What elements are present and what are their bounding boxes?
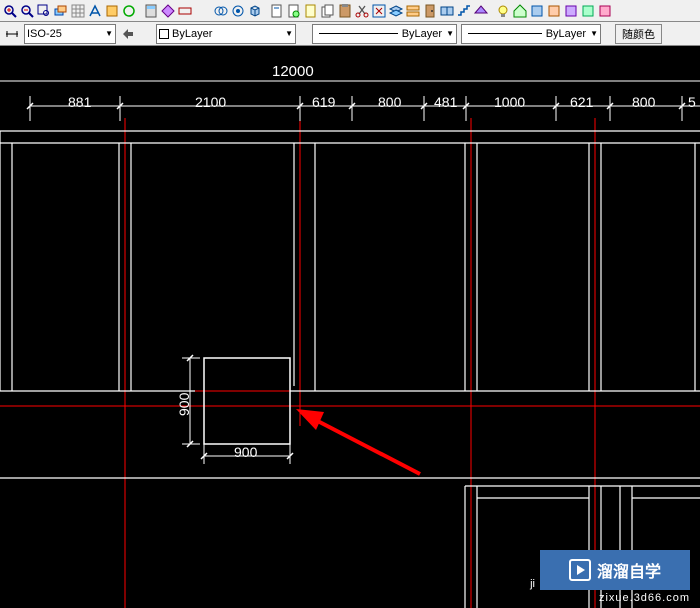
box-b-icon[interactable] bbox=[546, 3, 562, 19]
tool-e-icon[interactable] bbox=[177, 3, 193, 19]
dim-seg-3: 800 bbox=[378, 94, 401, 110]
dim-seg-6: 621 bbox=[570, 94, 593, 110]
dim-seg-8: 5 bbox=[688, 94, 696, 110]
dim-seg-1: 2100 bbox=[195, 94, 226, 110]
home-icon[interactable] bbox=[512, 3, 528, 19]
layers2-icon[interactable] bbox=[388, 3, 404, 19]
layer-color-select[interactable]: ByLayer ▼ bbox=[156, 24, 296, 44]
bycolor-label: 随颜色 bbox=[622, 26, 655, 42]
dim-seg-2: 619 bbox=[312, 94, 335, 110]
dim-update-icon[interactable] bbox=[120, 26, 136, 42]
toolbar-properties-row: ISO-25 ▼ ByLayer ▼ ByLayer ▼ ByLayer ▼ 随… bbox=[0, 22, 700, 46]
wall-icon[interactable] bbox=[405, 3, 421, 19]
copy-icon[interactable] bbox=[320, 3, 336, 19]
cube-icon[interactable] bbox=[247, 3, 263, 19]
zoom-window-icon[interactable] bbox=[36, 3, 52, 19]
ring-b-icon[interactable] bbox=[230, 3, 246, 19]
dim-seg-4: 481 bbox=[434, 94, 457, 110]
drawing-canvas[interactable]: 12000 881 2100 619 800 481 1000 621 800 … bbox=[0, 46, 700, 608]
dim-block-w: 900 bbox=[234, 444, 257, 460]
lineweight-select[interactable]: ByLayer ▼ bbox=[461, 24, 601, 44]
tool-b-icon[interactable] bbox=[104, 3, 120, 19]
win-icon[interactable] bbox=[439, 3, 455, 19]
chevron-down-icon: ▼ bbox=[101, 29, 113, 38]
toolbar-icons-row bbox=[0, 0, 700, 22]
linetype-select[interactable]: ByLayer ▼ bbox=[312, 24, 457, 44]
door-icon[interactable] bbox=[422, 3, 438, 19]
chevron-down-icon: ▼ bbox=[442, 29, 454, 38]
bycolor-button[interactable]: 随颜色 bbox=[615, 24, 662, 44]
cut-icon[interactable] bbox=[354, 3, 370, 19]
watermark-url: zixue.3d66.com bbox=[599, 592, 690, 604]
doc-b-icon[interactable] bbox=[286, 3, 302, 19]
watermark-sub: ji bbox=[530, 578, 535, 590]
zoom-in-icon[interactable] bbox=[2, 3, 18, 19]
bulb-icon[interactable] bbox=[495, 3, 511, 19]
dim-block-h: 900 bbox=[176, 393, 192, 416]
chevron-down-icon: ▼ bbox=[586, 29, 598, 38]
arrow-annotation bbox=[296, 409, 420, 474]
box-d-icon[interactable] bbox=[580, 3, 596, 19]
tool-a-icon[interactable] bbox=[87, 3, 103, 19]
watermark-text: 溜溜自学 bbox=[597, 558, 661, 582]
dim-icon[interactable] bbox=[4, 26, 20, 42]
dim-seg-7: 800 bbox=[632, 94, 655, 110]
box-a-icon[interactable] bbox=[529, 3, 545, 19]
ref-icon[interactable] bbox=[371, 3, 387, 19]
box-e-icon[interactable] bbox=[597, 3, 613, 19]
roof-icon[interactable] bbox=[473, 3, 489, 19]
dimstyle-value: ISO-25 bbox=[27, 28, 62, 40]
tool-d-icon[interactable] bbox=[160, 3, 176, 19]
zoom-out-icon[interactable] bbox=[19, 3, 35, 19]
linetype-value: ByLayer bbox=[402, 28, 442, 40]
cad-drawing bbox=[0, 46, 700, 608]
watermark-badge: 溜溜自学 bbox=[540, 550, 690, 590]
dim-seg-5: 1000 bbox=[494, 94, 525, 110]
stair-icon[interactable] bbox=[456, 3, 472, 19]
color-swatch-icon bbox=[159, 29, 169, 39]
box-c-icon[interactable] bbox=[563, 3, 579, 19]
layers-icon[interactable] bbox=[53, 3, 69, 19]
linetype-sample-icon bbox=[319, 33, 398, 34]
dimstyle-select[interactable]: ISO-25 ▼ bbox=[24, 24, 116, 44]
dim-seg-0: 881 bbox=[68, 94, 91, 110]
lineweight-value: ByLayer bbox=[546, 28, 586, 40]
layer-color-value: ByLayer bbox=[172, 28, 212, 40]
dim-overall: 12000 bbox=[272, 63, 314, 80]
doc-a-icon[interactable] bbox=[269, 3, 285, 19]
tool-c-icon[interactable] bbox=[121, 3, 137, 19]
paste-icon[interactable] bbox=[337, 3, 353, 19]
calc-icon[interactable] bbox=[143, 3, 159, 19]
play-icon bbox=[569, 559, 591, 581]
lineweight-sample-icon bbox=[468, 33, 542, 34]
grid-icon[interactable] bbox=[70, 3, 86, 19]
doc-c-icon[interactable] bbox=[303, 3, 319, 19]
chevron-down-icon: ▼ bbox=[281, 29, 293, 38]
ring-a-icon[interactable] bbox=[213, 3, 229, 19]
